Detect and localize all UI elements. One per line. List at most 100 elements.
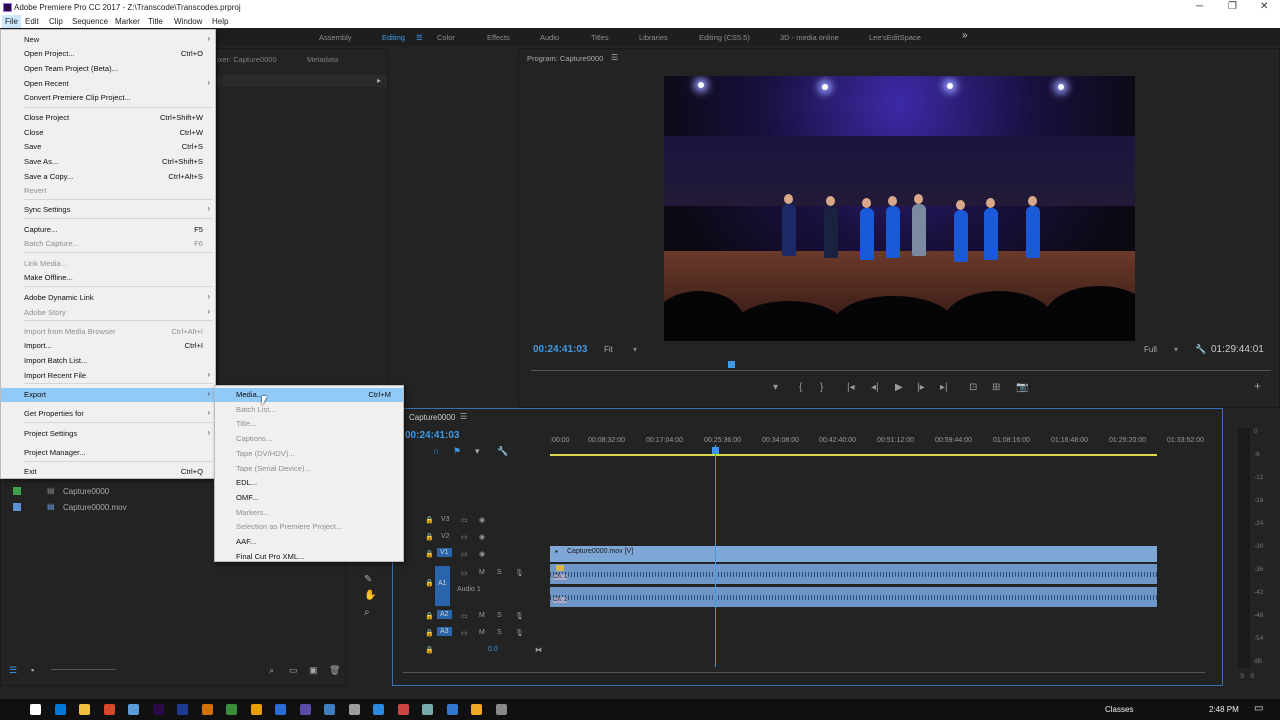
lock-icon[interactable]: 🔒	[425, 646, 434, 654]
file-menu-item[interactable]: Save Ctrl+S	[1, 140, 215, 154]
audio-clip-ch1[interactable]: Ch. 1	[550, 564, 1157, 584]
file-menu-item[interactable]: Project Manager...	[1, 446, 215, 460]
workspace-editing[interactable]: Editing	[382, 33, 405, 42]
taskbar-app-icon[interactable]	[446, 704, 458, 715]
lock-icon[interactable]: 🔒	[425, 550, 434, 558]
extract-icon[interactable]: ⊞	[992, 382, 1000, 393]
export-menu-item[interactable]: OMF...	[215, 491, 403, 505]
mute-button[interactable]: M	[479, 629, 485, 636]
expand-arrow-icon[interactable]: ▸	[377, 76, 381, 85]
master-volume[interactable]: 0.0	[488, 646, 498, 653]
sync-icon[interactable]: ▭	[461, 533, 468, 541]
file-menu-item[interactable]: Sync Settings ›	[1, 203, 215, 217]
file-menu-item[interactable]: Exit Ctrl+Q	[1, 465, 215, 479]
trash-icon[interactable]: 🗑	[329, 665, 340, 676]
step-forward-icon[interactable]: |▸	[917, 382, 925, 393]
sync-icon[interactable]: ▭	[461, 612, 468, 620]
file-menu-item[interactable]: Close Ctrl+W	[1, 126, 215, 140]
export-menu-item[interactable]: Media... Ctrl+M	[215, 388, 403, 402]
sequence-tab[interactable]: Capture0000	[409, 413, 455, 422]
menu-clip[interactable]: Clip	[49, 17, 63, 26]
solo-right-button[interactable]: S	[1250, 673, 1254, 680]
menu-file[interactable]: File	[2, 15, 21, 28]
hand-tool-icon[interactable]: ✋	[364, 590, 376, 601]
chevron-down-icon[interactable]: ▾	[633, 345, 637, 354]
workspace-lees[interactable]: Lee'sEditSpace	[869, 33, 921, 42]
solo-button[interactable]: S	[497, 612, 502, 619]
file-menu-item[interactable]: Get Properties for ›	[1, 407, 215, 421]
program-current-timecode[interactable]: 00:24:41:03	[533, 344, 587, 355]
icon-view-icon[interactable]: ▪	[31, 665, 34, 675]
mark-out-icon[interactable]: }	[820, 382, 823, 393]
export-frame-icon[interactable]: 📷	[1016, 382, 1028, 393]
audio-clip-ch2[interactable]: Ch. 2	[550, 587, 1157, 607]
file-menu-item[interactable]: Adobe Dynamic Link ›	[1, 291, 215, 305]
export-menu-item[interactable]: Final Cut Pro XML...	[215, 550, 403, 564]
taskbar-app-icon[interactable]	[373, 704, 384, 715]
lock-icon[interactable]: 🔒	[425, 612, 434, 620]
mark-in-icon[interactable]: {	[799, 382, 802, 393]
workspace-libraries[interactable]: Libraries	[639, 33, 668, 42]
find-icon[interactable]: ⌕	[269, 665, 274, 676]
timeline-ruler[interactable]: :00:00 00:08:32:00 00:17:04:00 00:25:36:…	[550, 437, 1210, 447]
timeline-scrollbar[interactable]	[403, 672, 1205, 673]
menu-window[interactable]: Window	[174, 17, 202, 26]
video-clip[interactable]: ▪ Capture0000.mov [V]	[550, 546, 1157, 562]
program-scrub-bar[interactable]	[531, 361, 1271, 371]
menu-title[interactable]: Title	[148, 17, 163, 26]
workspace-assembly[interactable]: Assembly	[319, 33, 352, 42]
solo-left-button[interactable]: S	[1240, 673, 1244, 680]
taskbar-app-icon[interactable]	[299, 704, 311, 715]
tab-audio-mixer[interactable]: ixer: Capture0000	[217, 55, 277, 64]
file-menu-item[interactable]: Capture... F5	[1, 223, 215, 237]
new-item-icon[interactable]: ▣	[309, 665, 318, 676]
program-title[interactable]: Program: Capture0000	[527, 54, 603, 63]
taskbar-app-icon[interactable]	[30, 704, 41, 715]
settings-wrench-icon[interactable]: 🔧	[497, 446, 508, 457]
playhead-handle[interactable]	[712, 447, 719, 454]
step-back-icon[interactable]: ◂|	[871, 382, 879, 393]
taskbar-app-icon[interactable]	[275, 704, 286, 715]
lock-icon[interactable]: 🔒	[425, 629, 434, 637]
pen-tool-icon[interactable]: ✎	[364, 574, 372, 585]
snap-icon[interactable]: ∩	[433, 446, 439, 456]
taskbar-app-icon[interactable]	[201, 704, 213, 715]
workspace-menu-icon[interactable]: ☰	[416, 33, 423, 42]
track-label[interactable]: A1	[435, 566, 450, 606]
taskbar-app-icon[interactable]	[128, 704, 139, 715]
sync-icon[interactable]: ▭	[461, 629, 468, 637]
eye-icon[interactable]: ◉	[479, 516, 485, 524]
file-menu-item[interactable]: Save As... Ctrl+Shift+S	[1, 155, 215, 169]
maximize-icon[interactable]: ❐	[1228, 1, 1237, 12]
workspace-effects[interactable]: Effects	[487, 33, 510, 42]
file-menu-item[interactable]: Import... Ctrl+I	[1, 339, 215, 353]
panel-menu-icon[interactable]: ☰	[611, 53, 618, 62]
file-menu-item[interactable]: Import Recent File ›	[1, 369, 215, 383]
sync-icon[interactable]: ▭	[461, 569, 468, 577]
go-to-out-icon[interactable]: ▸|	[940, 382, 948, 393]
solo-button[interactable]: S	[497, 569, 502, 576]
taskbar-app-icon[interactable]	[54, 704, 66, 715]
add-marker-icon[interactable]: ▾	[773, 382, 778, 393]
track-label[interactable]: V2	[441, 533, 450, 540]
taskbar-app-icon[interactable]	[471, 704, 482, 715]
file-menu-item[interactable]: Convert Premiere Clip Project...	[1, 91, 215, 105]
mic-icon[interactable]: 🎙	[515, 612, 524, 620]
wrench-icon[interactable]: 🔧	[1195, 344, 1206, 355]
taskbar-app-icon[interactable]	[348, 704, 360, 715]
playhead-marker[interactable]	[728, 361, 735, 368]
fit-dropdown[interactable]: Fit	[604, 345, 613, 354]
taskbar-label[interactable]: Classes	[1105, 705, 1133, 714]
clock[interactable]: 2:48 PM	[1209, 705, 1239, 714]
lock-icon[interactable]: 🔒	[425, 516, 434, 524]
file-menu-item[interactable]: Project Settings ›	[1, 427, 215, 441]
zoom-tool-icon[interactable]: ⌕	[364, 607, 370, 618]
mute-button[interactable]: M	[479, 612, 485, 619]
mute-button[interactable]: M	[479, 569, 485, 576]
sync-icon[interactable]: ▭	[461, 516, 468, 524]
workspace-audio[interactable]: Audio	[540, 33, 559, 42]
workspace-color[interactable]: Color	[437, 33, 455, 42]
work-area-bar[interactable]	[550, 454, 1157, 456]
mic-icon[interactable]: 🎙	[515, 569, 524, 577]
go-to-in-icon[interactable]: |◂	[847, 382, 855, 393]
